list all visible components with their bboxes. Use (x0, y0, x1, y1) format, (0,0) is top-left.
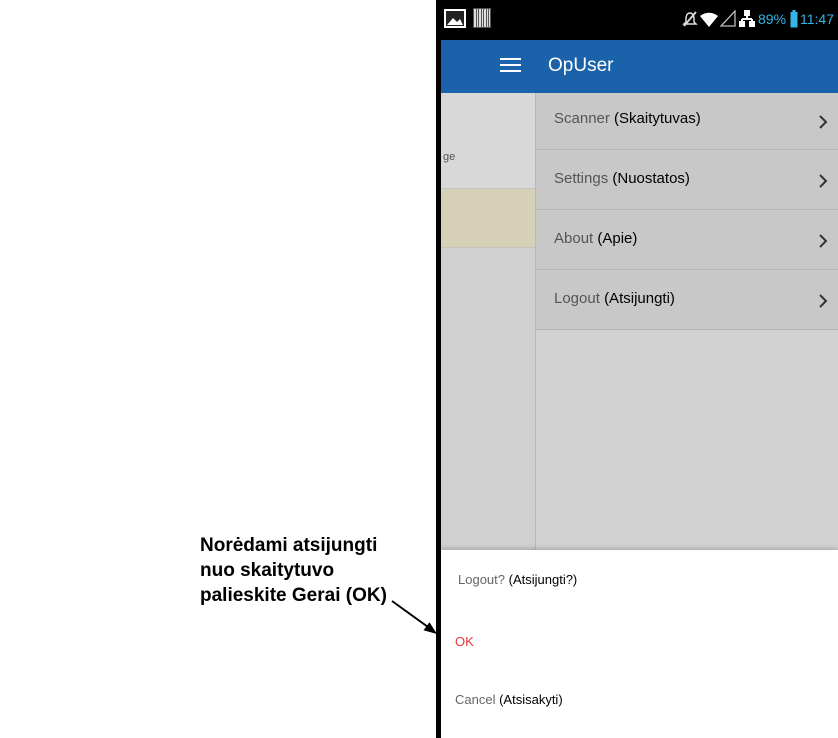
dialog-title-label: Logout? (458, 572, 505, 587)
hamburger-icon[interactable] (500, 58, 521, 73)
chevron-right-icon (819, 234, 828, 248)
signal-icon (720, 10, 736, 27)
dialog-title-translation: (Atsijungti?) (508, 572, 578, 587)
status-time: 11:47 (800, 11, 834, 27)
cancel-button-label: Cancel (455, 692, 496, 707)
drawer-item-settings[interactable]: Settings (Nuostatos) (536, 150, 838, 210)
dialog-title-text: Logout? (Atsijungti?) (458, 572, 577, 588)
wifi-icon (700, 12, 718, 27)
image-icon (444, 9, 466, 28)
callout-line: nuo skaitytuvo (200, 560, 335, 581)
app-title: OpUser (548, 55, 614, 76)
ok-button-label: OK (455, 634, 474, 649)
drawer-item-text: Settings (Nuostatos) (554, 170, 690, 188)
drawer-item-text: Scanner (Skaitytuvas) (554, 110, 701, 128)
drawer-item-logout[interactable]: Logout (Atsijungti) (536, 270, 838, 330)
cancel-button[interactable]: Cancel (Atsisakyti) (441, 680, 838, 720)
drawer-item-translation: (Atsijungti) (604, 290, 675, 307)
drawer-item-text: Logout (Atsijungti) (554, 290, 675, 308)
cancel-button-translation: (Atsisakyti) (499, 692, 563, 707)
barcode-icon (473, 8, 491, 28)
drawer-item-label: Scanner (554, 110, 610, 127)
app-bar: OpUser (441, 40, 838, 93)
ok-button[interactable]: OK (441, 622, 838, 662)
network-icon (739, 10, 755, 27)
cancel-button-text: Cancel (Atsisakyti) (455, 692, 563, 708)
drawer-item-about[interactable]: About (Apie) (536, 210, 838, 270)
background-row: ge (441, 93, 535, 188)
drawer-item-scanner[interactable]: Scanner (Skaitytuvas) (536, 93, 838, 150)
drawer-item-translation: (Nuostatos) (612, 170, 690, 187)
callout-text: Norėdami atsijungti nuo skaitytuvo palie… (200, 533, 387, 608)
background-text-fragment: ge (443, 151, 456, 163)
phone-screen: 89% 11:47 OpUser ge Scanner (Skaitytuvas… (436, 0, 838, 738)
drawer-item-translation: (Apie) (597, 230, 638, 247)
navigation-drawer: Scanner (Skaitytuvas) Settings (Nuostato… (535, 93, 838, 550)
background-highlighted-row (441, 188, 535, 248)
chevron-right-icon (819, 115, 828, 129)
notifications-off-icon (682, 11, 698, 27)
callout-line: Norėdami atsijungti (200, 535, 378, 556)
chevron-right-icon (819, 174, 828, 188)
drawer-item-label: About (554, 230, 594, 247)
drawer-item-label: Logout (554, 290, 600, 307)
battery-percentage: 89% (758, 11, 787, 27)
callout-line: palieskite Gerai (OK) (200, 585, 387, 606)
background-page: ge (441, 93, 535, 550)
drawer-item-label: Settings (554, 170, 609, 187)
chevron-right-icon (819, 294, 828, 308)
logout-dialog: Logout? (Atsijungti?) OK Cancel (Atsisak… (441, 550, 838, 738)
drawer-item-text: About (Apie) (554, 230, 637, 248)
drawer-item-translation: (Skaitytuvas) (614, 110, 701, 127)
battery-icon (790, 10, 798, 28)
dialog-title: Logout? (Atsijungti?) (441, 560, 838, 600)
